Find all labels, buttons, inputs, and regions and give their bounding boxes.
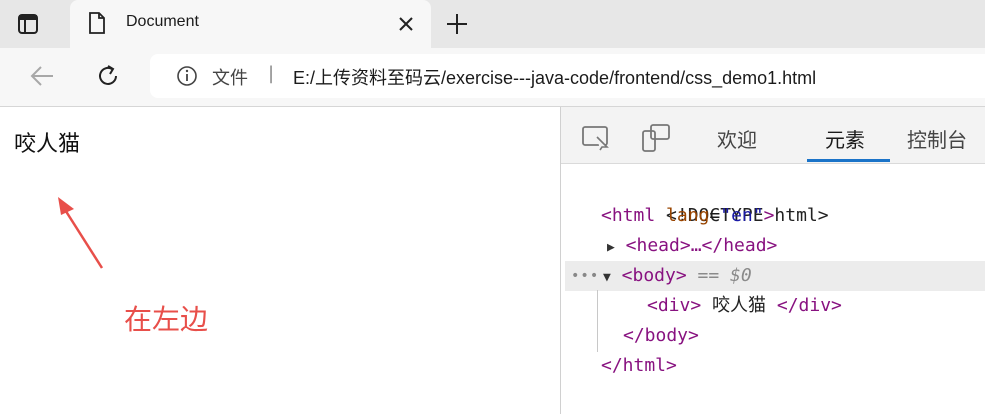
inspect-element-icon[interactable]	[581, 125, 611, 151]
div-close-tag: </div>	[776, 295, 842, 316]
devtools-tabbar: 欢迎 元素 控制台	[561, 107, 985, 164]
active-tab-indicator	[807, 159, 890, 162]
annotation-text: 在左边	[124, 303, 209, 336]
device-emulation-icon[interactable]	[641, 123, 671, 153]
body-close-tag: </body>	[623, 325, 699, 346]
tab-elements[interactable]: 元素	[825, 124, 865, 153]
back-arrow-icon[interactable]	[29, 63, 55, 89]
collapse-triangle-icon[interactable]: ▼	[603, 263, 611, 293]
browser-toolbar: 文件 | E:/上传资料至码云/exercise---java-code/fro…	[0, 48, 985, 107]
new-tab-icon[interactable]	[446, 13, 468, 35]
head-tag: <head>…</head>	[625, 235, 778, 256]
body-open-tag: <body>	[621, 265, 687, 286]
dom-div[interactable]: <div> 咬人猫 </div>	[647, 291, 985, 321]
html-open-tag: <html	[601, 205, 656, 226]
tab-actions-icon[interactable]	[17, 13, 39, 35]
div-text-node: 咬人猫	[701, 295, 777, 316]
tree-guide-line	[597, 290, 598, 352]
tab-welcome[interactable]: 欢迎	[717, 124, 757, 153]
lang-attr: lang	[666, 205, 710, 226]
html-close-tag: </html>	[601, 355, 677, 376]
dom-body-selected[interactable]: ••• ▼ <body> == $0	[565, 261, 985, 291]
lang-value: "en"	[720, 205, 764, 226]
div-content: 咬人猫	[14, 132, 81, 157]
annotation-arrow	[58, 197, 104, 269]
selected-marker: == $0	[697, 265, 752, 286]
address-bar[interactable]: 文件 | E:/上传资料至码云/exercise---java-code/fro…	[150, 54, 985, 98]
more-dots-icon[interactable]: •••	[571, 261, 599, 291]
url-text[interactable]: E:/上传资料至码云/exercise---java-code/frontend…	[293, 64, 816, 90]
close-tab-icon[interactable]	[397, 15, 415, 33]
reload-icon[interactable]	[95, 63, 121, 89]
dom-doctype[interactable]: <!DOCTYPE html>	[601, 171, 985, 226]
browser-tab[interactable]: Document	[70, 0, 431, 48]
html-close-bracket: >	[763, 205, 775, 226]
div-open-tag: <div>	[647, 295, 702, 316]
page-icon	[89, 12, 105, 34]
info-icon[interactable]	[176, 65, 198, 87]
devtools-panel: 欢迎 元素 控制台 <!DOCTYPE html> <html lang="en…	[560, 107, 985, 414]
tab-title: Document	[126, 13, 199, 30]
dom-html-open[interactable]: <html lang="en">	[601, 201, 985, 231]
dom-html-close[interactable]: </html>	[601, 351, 985, 381]
expand-triangle-icon[interactable]: ▶	[607, 233, 615, 263]
tab-strip: Document	[0, 0, 985, 48]
scheme-label: 文件	[212, 68, 248, 89]
dom-head[interactable]: ▶ <head>…</head>	[607, 231, 985, 261]
address-separator: |	[268, 63, 275, 84]
tab-console[interactable]: 控制台	[907, 124, 967, 153]
page-viewport: 咬人猫 在左边	[0, 107, 560, 414]
dom-body-close[interactable]: </body>	[623, 321, 985, 351]
